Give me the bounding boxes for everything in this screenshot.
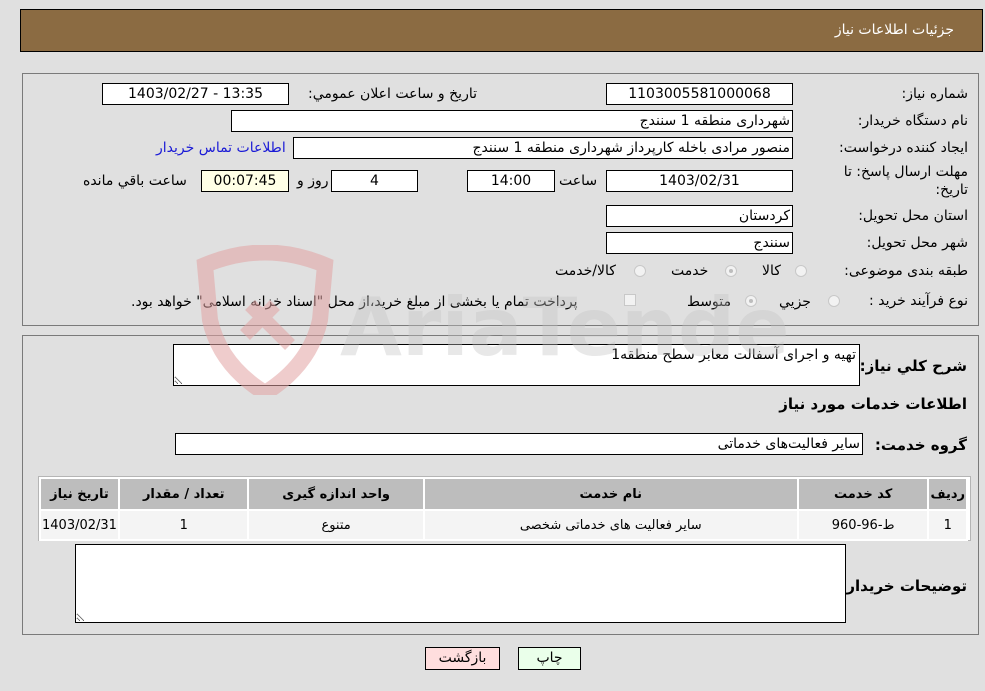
cell-quantity: 1 [117,509,250,541]
description-textarea[interactable] [173,344,860,386]
buyer-org-label: نام دستگاه خريدار: [857,113,968,129]
back-button[interactable]: بازگشت [425,647,500,670]
remaining-time-field: 00:07:45 [201,170,289,192]
category-label: طبقه بندی موضوعی: [844,263,968,279]
category-radio-service[interactable] [725,265,737,277]
remaining-time-label: ساعت باقي مانده [83,173,187,189]
city-field[interactable]: سنندج [606,232,793,254]
deadline-label-line1: مهلت ارسال پاسخ: تا [843,164,968,180]
process-radio-minor[interactable] [828,295,840,307]
page-title: جزئيات اطلاعات نياز [834,22,954,38]
cell-need-date: 1403/02/31 [39,509,120,541]
requester-label: ايجاد کننده درخواست: [839,140,968,156]
col-service-name: نام خدمت [422,477,799,511]
col-need-date: تاريخ نياز [39,477,120,511]
category-option-service: خدمت [671,263,709,279]
cell-service-code: ط-96-960 [796,509,930,541]
buyer-notes-textarea[interactable] [75,544,846,623]
page-header: جزئيات اطلاعات نياز [20,9,983,52]
service-group-label: گروه خدمت: [874,436,967,454]
col-unit: واحد اندازه گيری [247,477,425,511]
deadline-time-label: ساعت [559,173,598,189]
announce-datetime-label: تاريخ و ساعت اعلان عمومي: [308,86,477,102]
buyer-org-field[interactable]: شهرداری منطقه 1 سنندج [231,110,793,132]
process-radio-medium[interactable] [745,295,757,307]
services-heading: اطلاعات خدمات مورد نياز [779,395,967,413]
category-radio-goods[interactable] [795,265,807,277]
process-option-minor: جزيي [779,294,811,310]
print-button[interactable]: چاپ [518,647,581,670]
need-number-field[interactable]: 1103005581000068 [606,83,793,105]
cell-service-name: ساير فعاليت های خدماتی شخصی [422,509,799,541]
days-label: روز و [297,173,329,189]
services-table: رديف کد خدمت نام خدمت واحد اندازه گيری ت… [39,477,968,541]
requester-field[interactable]: منصور مرادی باخله کارپرداز شهرداری منطقه… [293,137,793,159]
buyer-notes-label: توضيحات خريدار: [840,577,967,595]
service-group-field[interactable]: ساير فعاليت‌های خدماتی [175,433,863,455]
province-field[interactable]: کردستان [606,205,793,227]
cell-row-number: 1 [927,509,968,541]
province-label: استان محل تحويل: [858,208,968,224]
cell-unit: متنوع [247,509,425,541]
city-label: شهر محل تحويل: [866,235,968,251]
deadline-date-field[interactable]: 1403/02/31 [606,170,793,192]
category-option-goods-service: کالا/خدمت [555,263,616,279]
category-option-goods: کالا [762,263,781,279]
col-row-number: رديف [927,477,968,511]
remaining-days-field[interactable]: 4 [331,170,418,192]
description-label: شرح کلي نياز: [859,357,967,375]
purchase-process-label: نوع فرآيند خريد : [869,293,968,309]
buyer-contact-link[interactable]: اطلاعات تماس خريدار [156,140,286,156]
treasury-checkbox-label: پرداخت تمام يا بخشی از مبلغ خريد،از محل … [131,294,578,310]
announce-datetime-field[interactable]: 1403/02/27 - 13:35 [102,83,289,105]
process-option-medium: متوسط [687,294,731,310]
table-row: 1 ط-96-960 ساير فعاليت های خدماتی شخصی م… [39,509,968,541]
need-number-label: شماره نياز: [901,86,969,102]
deadline-label-line2: تاريخ: [935,182,968,198]
col-service-code: کد خدمت [796,477,930,511]
treasury-checkbox[interactable] [624,294,636,306]
category-radio-goods-service[interactable] [634,265,646,277]
deadline-time-field[interactable]: 14:00 [467,170,555,192]
table-header-row: رديف کد خدمت نام خدمت واحد اندازه گيری ت… [39,477,968,511]
col-quantity: تعداد / مقدار [117,477,250,511]
